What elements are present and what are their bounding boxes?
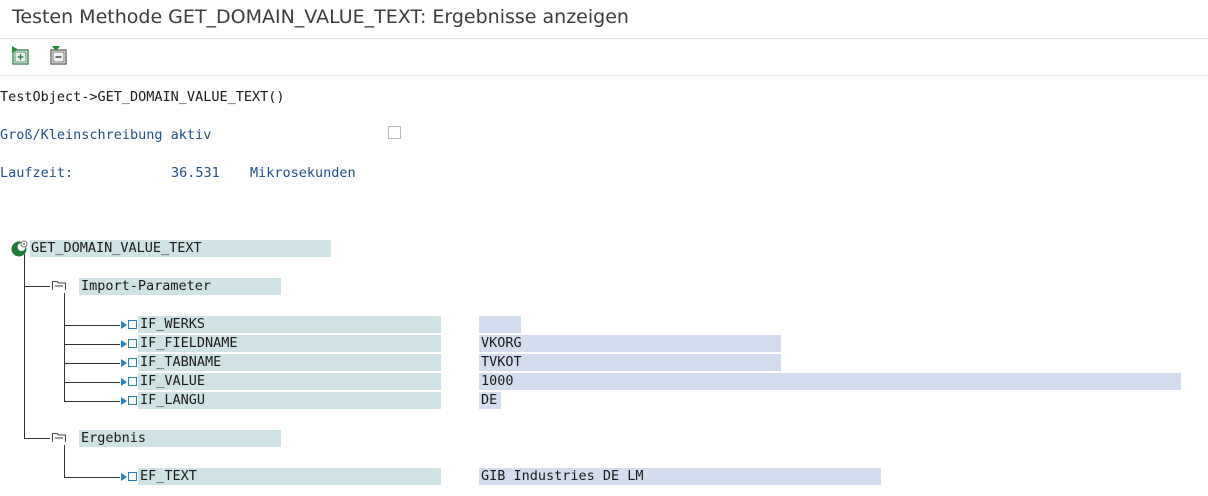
param-name: IF_WERKS [140, 316, 206, 332]
param-arrow-icon [121, 473, 127, 481]
tree-branch [64, 363, 120, 364]
case-sensitive-label: Groß/Kleinschreibung aktiv [0, 127, 212, 143]
param-node-icon [128, 320, 137, 329]
tree-branch [64, 477, 120, 478]
param-arrow-icon [121, 397, 127, 405]
collapse-all-icon [50, 46, 67, 65]
param-name: IF_FIELDNAME [140, 335, 238, 351]
tree-branch-result [24, 438, 50, 439]
param-value: GIB Industries DE LM [481, 468, 644, 484]
tree-branch-import [24, 286, 50, 287]
param-node-icon [128, 377, 137, 386]
folder-open-icon [52, 281, 66, 290]
param-node-icon [128, 339, 137, 348]
runtime-unit: Mikrosekunden [250, 165, 356, 181]
toolbar [0, 39, 1208, 76]
collapse-all-button[interactable] [48, 45, 70, 67]
import-group-label: Import-Parameter [81, 278, 212, 294]
case-sensitive-checkbox[interactable] [388, 126, 401, 139]
expand-all-button[interactable] [10, 45, 32, 67]
param-arrow-icon [121, 340, 127, 348]
expand-all-icon [12, 46, 29, 65]
runtime-label: Laufzeit: [0, 165, 74, 181]
param-value-bar [479, 373, 1181, 390]
tree-branch [64, 401, 120, 402]
tree-branch [64, 382, 120, 383]
method-icon [11, 240, 28, 257]
param-node-icon [128, 358, 137, 367]
param-node-icon [128, 396, 137, 405]
tree-line-root [24, 254, 25, 438]
window-title: Testen Methode GET_DOMAIN_VALUE_TEXT: Er… [12, 6, 629, 28]
param-name: IF_LANGU [140, 392, 206, 408]
runtime-value: 36.531 [171, 165, 220, 181]
param-arrow-icon [121, 378, 127, 386]
param-value: DE [481, 392, 498, 408]
param-value-bar [479, 335, 781, 352]
tree-branch [64, 344, 120, 345]
param-node-icon [128, 472, 137, 481]
param-value: TVKOT [481, 354, 522, 370]
param-name: IF_TABNAME [140, 354, 222, 370]
folder-open-icon [52, 433, 66, 442]
param-value-bar [479, 354, 781, 371]
param-value: 1000 [481, 373, 514, 389]
param-name: EF_TEXT [140, 468, 197, 484]
tree-line-import [64, 293, 65, 401]
tree-branch [64, 325, 120, 326]
param-name: IF_VALUE [140, 373, 206, 389]
tree-line-result [64, 445, 65, 477]
param-arrow-icon [121, 321, 127, 329]
param-value: VKORG [481, 335, 522, 351]
param-value-bar [479, 316, 521, 333]
root-label: GET_DOMAIN_VALUE_TEXT [31, 240, 202, 256]
param-arrow-icon [121, 359, 127, 367]
object-call: TestObject->GET_DOMAIN_VALUE_TEXT() [0, 89, 285, 105]
result-group-label: Ergebnis [81, 430, 147, 446]
